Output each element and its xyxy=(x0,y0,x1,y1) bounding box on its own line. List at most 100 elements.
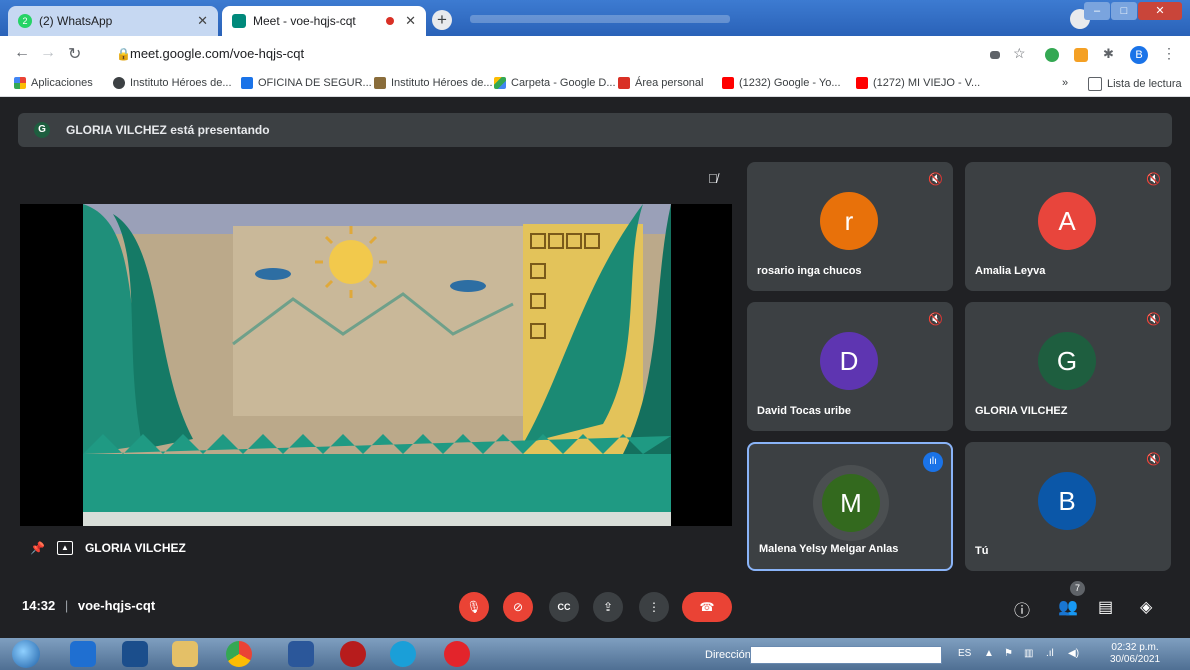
pin-icon[interactable]: 📌 xyxy=(30,541,45,555)
avatar: B xyxy=(1038,472,1096,530)
participant-tile[interactable]: 🔇 G GLORIA VILCHEZ xyxy=(965,302,1171,431)
activities-icon[interactable]: ◈ xyxy=(1140,597,1152,617)
avatar: r xyxy=(820,192,878,250)
presenter-name: GLORIA VILCHEZ xyxy=(84,541,186,555)
volume-icon[interactable]: ◀) xyxy=(1068,648,1079,659)
opera-icon[interactable] xyxy=(444,641,470,667)
app-icon[interactable] xyxy=(340,641,366,667)
new-tab-button[interactable]: + xyxy=(432,10,452,30)
youtube-icon xyxy=(856,77,868,89)
system-clock[interactable]: 02:32 p.m. 30/06/2021 xyxy=(1110,642,1160,666)
mic-toggle-button[interactable]: 🎙 xyxy=(459,592,489,622)
reading-list[interactable]: Lista de lectura xyxy=(1088,77,1182,91)
avatar: G xyxy=(1038,332,1096,390)
chat-icon[interactable]: ▤ xyxy=(1098,597,1113,617)
bookmark-item[interactable]: Carpeta - Google D... xyxy=(494,77,616,89)
bookmark-apps[interactable]: Aplicaciones xyxy=(14,77,93,89)
mic-off-icon: 🔇 xyxy=(1146,172,1161,186)
window-controls: – □ ✕ xyxy=(1084,2,1182,20)
tray-arrow-icon[interactable]: ▲ xyxy=(984,648,994,659)
mic-off-icon: 🔇 xyxy=(928,172,943,186)
present-screen-icon: ▲ xyxy=(56,541,73,555)
meet-window: G GLORIA VILCHEZ está presentando 🎙̸ 📌 ▲… xyxy=(0,97,1190,638)
captions-button[interactable]: CC xyxy=(549,592,579,622)
clock-time: 02:32 p.m. xyxy=(1111,642,1159,653)
bookmark-item[interactable]: Instituto Héroes de... xyxy=(374,77,493,89)
avatar: G xyxy=(34,122,50,138)
participant-name: David Tocas uribe xyxy=(757,405,851,417)
bookmarks-more[interactable]: » xyxy=(1062,77,1068,89)
participant-tile-speaking[interactable]: ılı M Malena Yelsy Melgar Anlas xyxy=(747,442,953,571)
speaking-indicator-icon: ılı xyxy=(923,452,943,472)
reload-icon[interactable]: ↻ xyxy=(68,44,81,64)
camera-toggle-button[interactable]: ⊘ xyxy=(503,592,533,622)
whatsapp-icon: 2 xyxy=(18,14,32,28)
avatar[interactable]: B xyxy=(1130,46,1148,64)
bookmark-item[interactable]: (1272) MI VIEJO - V... xyxy=(856,77,980,89)
internet-explorer-icon[interactable] xyxy=(70,641,96,667)
camera-icon[interactable] xyxy=(990,51,1000,59)
mic-off-icon: 🔇 xyxy=(1146,452,1161,466)
participant-tile[interactable]: 🔇 A Amalia Leyva xyxy=(965,162,1171,291)
back-arrow-icon[interactable]: ← xyxy=(14,44,30,62)
avatar: D xyxy=(820,332,878,390)
flag-icon[interactable]: ⚑ xyxy=(1004,648,1013,659)
shared-screen-image xyxy=(83,204,671,526)
taskbar: Dirección ES ▲ ⚑ ▥ .ıl ◀) 02:32 p.m. 30/… xyxy=(0,638,1190,670)
address-bar: ← → ↻ 🔒 meet.google.com/voe-hqjs-cqt ☆ ✱… xyxy=(0,36,1190,72)
tab-meet[interactable]: Meet - voe-hqjs-cqt ✕ xyxy=(222,6,426,36)
separator: | xyxy=(64,598,69,613)
more-options-button[interactable]: ⋮ xyxy=(639,592,669,622)
bookmark-label: OFICINA DE SEGUR... xyxy=(258,77,372,89)
language-indicator[interactable]: ES xyxy=(958,648,971,659)
meeting-code: voe-hqjs-cqt xyxy=(77,598,156,613)
word-icon[interactable] xyxy=(288,641,314,667)
people-icon xyxy=(241,77,253,89)
personal-area-icon xyxy=(618,77,630,89)
people-icon[interactable]: 👥 xyxy=(1058,597,1078,617)
edge-icon[interactable] xyxy=(390,641,416,667)
participant-tile-self[interactable]: 🔇 B Tú xyxy=(965,442,1171,571)
present-button[interactable]: ⇪ xyxy=(593,592,623,622)
google-drive-icon xyxy=(494,77,506,89)
chrome-icon[interactable] xyxy=(226,641,252,667)
start-button[interactable] xyxy=(12,640,40,668)
presentation-video[interactable] xyxy=(20,204,732,526)
bookmark-label: Carpeta - Google D... xyxy=(511,77,616,89)
bookmark-item[interactable]: Instituto Héroes de... xyxy=(113,77,232,89)
youtube-icon xyxy=(722,77,734,89)
bookmark-item[interactable]: Área personal xyxy=(618,77,704,89)
url-field[interactable]: 🔒 meet.google.com/voe-hqjs-cqt xyxy=(110,41,1010,67)
maximize-button[interactable]: □ xyxy=(1111,2,1137,20)
meeting-info: 14:32 | voe-hqjs-cqt xyxy=(22,598,155,613)
leave-call-button[interactable]: ☎ xyxy=(682,592,732,622)
signal-icon[interactable]: .ıl xyxy=(1046,648,1054,659)
media-player-icon[interactable] xyxy=(122,641,148,667)
puzzle-icon[interactable]: ✱ xyxy=(1103,46,1114,62)
address-label: Dirección xyxy=(705,649,751,661)
extension-shield-icon[interactable] xyxy=(1045,48,1059,62)
url-text: meet.google.com/voe-hqjs-cqt xyxy=(130,46,305,61)
participant-tile[interactable]: 🔇 D David Tocas uribe xyxy=(747,302,953,431)
menu-icon[interactable]: ⋮ xyxy=(1162,45,1176,62)
close-icon[interactable]: ✕ xyxy=(197,13,208,29)
bookmark-label: Área personal xyxy=(635,77,704,89)
file-explorer-icon[interactable] xyxy=(172,641,198,667)
extension-bag-icon[interactable] xyxy=(1074,48,1088,62)
address-input[interactable] xyxy=(750,646,942,664)
tab-whatsapp[interactable]: 2 (2) WhatsApp ✕ xyxy=(8,6,218,36)
info-icon[interactable]: ⓘ xyxy=(1014,597,1030,621)
close-window-button[interactable]: ✕ xyxy=(1138,2,1182,20)
reading-list-icon xyxy=(1088,77,1102,91)
star-icon[interactable]: ☆ xyxy=(1013,45,1026,62)
participant-tile[interactable]: 🔇 r rosario inga chucos xyxy=(747,162,953,291)
close-icon[interactable]: ✕ xyxy=(405,13,416,29)
browser-tab-strip: 2 (2) WhatsApp ✕ Meet - voe-hqjs-cqt ✕ +… xyxy=(0,0,1190,36)
bookmark-item[interactable]: (1232) Google - Yo... xyxy=(722,77,841,89)
forward-arrow-icon[interactable]: → xyxy=(40,44,56,62)
minimize-button[interactable]: – xyxy=(1084,2,1110,20)
bookmark-item[interactable]: OFICINA DE SEGUR... xyxy=(241,77,372,89)
network-icon[interactable]: ▥ xyxy=(1024,648,1033,659)
recording-dot-icon xyxy=(386,17,394,25)
presenter-label: 📌 ▲ GLORIA VILCHEZ xyxy=(30,541,186,555)
